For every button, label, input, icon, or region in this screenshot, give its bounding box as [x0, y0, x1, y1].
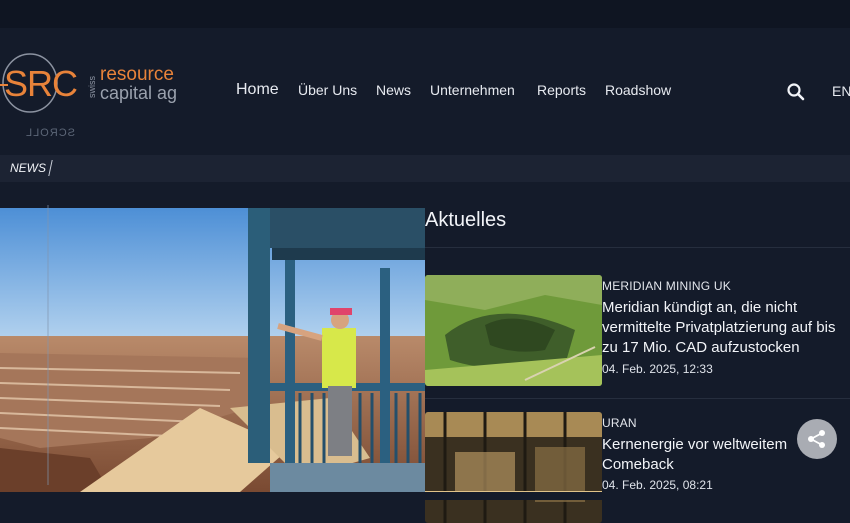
nav-home[interactable]: Home — [236, 81, 279, 99]
top-band — [0, 0, 850, 28]
ticker-label: NEWS — [10, 161, 46, 175]
logo-letters: SRC — [4, 63, 77, 104]
language-switch[interactable]: EN — [832, 83, 850, 99]
article-card[interactable]: MERIDIAN MINING UK Meridian kündigt an, … — [425, 275, 850, 386]
section-title: Aktuelles — [425, 209, 507, 231]
share-icon — [808, 430, 825, 448]
article-date: 04. Feb. 2025, 08:21 — [602, 478, 713, 492]
article-category: MERIDIAN MINING UK — [602, 279, 731, 293]
share-button[interactable] — [797, 419, 837, 459]
article-thumbnail[interactable] — [425, 412, 602, 523]
nav-reports[interactable]: Reports — [537, 82, 586, 98]
scroll-indicator-label: SCROLL — [25, 127, 76, 139]
article-thumbnail[interactable] — [425, 275, 602, 386]
search-icon — [787, 83, 805, 101]
nav-unternehmen[interactable]: Unternehmen — [430, 82, 515, 98]
bottom-strip — [0, 492, 850, 500]
nav-roadshow[interactable]: Roadshow — [605, 82, 671, 98]
article-title[interactable]: Meridian kündigt an, die nicht vermittel… — [602, 298, 847, 358]
logo-swiss: swiss — [87, 76, 97, 98]
article-date: 04. Feb. 2025, 12:33 — [602, 362, 713, 376]
article-card[interactable]: URAN Kernenergie vor weltweitem Comeback… — [425, 412, 850, 523]
brand-logo[interactable]: SRC swiss resource capital ag — [0, 52, 190, 116]
hero-image[interactable] — [0, 208, 425, 492]
search-button[interactable] — [786, 82, 806, 102]
article-category: URAN — [602, 416, 637, 430]
news-ticker — [0, 155, 850, 182]
card-divider — [425, 398, 850, 399]
nav-news[interactable]: News — [376, 82, 411, 98]
scroll-indicator-line — [47, 205, 49, 485]
section-divider — [425, 247, 850, 248]
logo-line1: resource — [100, 64, 174, 85]
nav-ueber-uns[interactable]: Über Uns — [298, 82, 357, 98]
logo-line2: capital ag — [100, 83, 177, 103]
